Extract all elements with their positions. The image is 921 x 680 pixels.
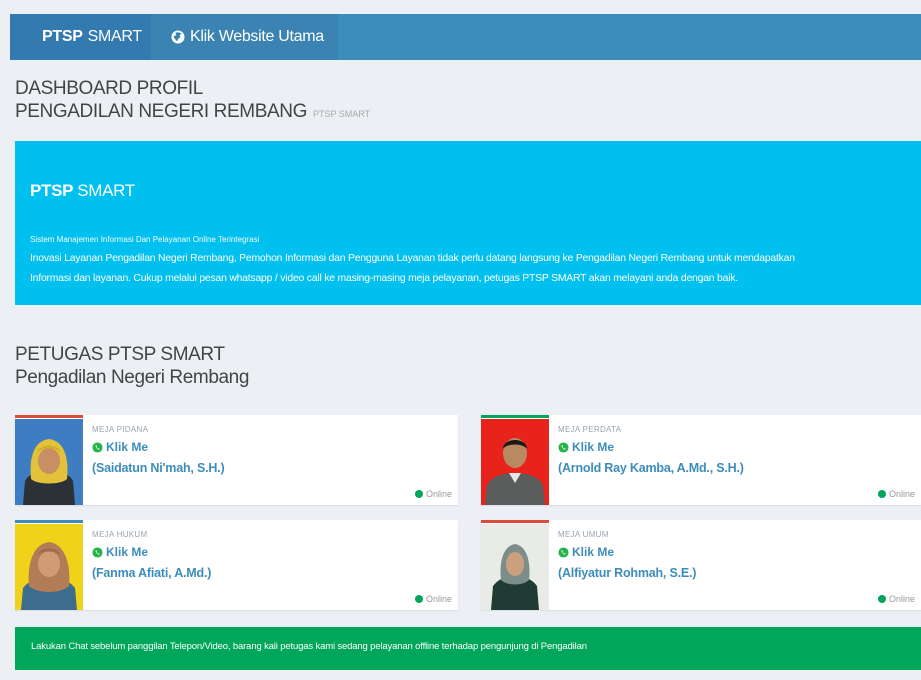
staff-photo — [15, 524, 83, 610]
callout-title: PTSP SMART — [30, 181, 135, 201]
whatsapp-icon — [92, 546, 103, 558]
staff-name: (Fanma Afiati, A.Md.) — [92, 566, 212, 580]
card-accent-bar — [481, 415, 549, 418]
callout-text-line2: Informasi dan layanan. Cukup melalui pes… — [30, 273, 738, 284]
status-label: Online — [425, 489, 452, 499]
card-label: MEJA UMUM — [558, 530, 609, 539]
card-label: MEJA PERDATA — [558, 425, 622, 434]
section-header: PETUGAS PTSP SMART Pengadilan Negeri Rem… — [15, 344, 249, 390]
staff-photo — [481, 419, 549, 505]
notice-banner: Lakukan Chat sebelum panggilan Telepon/V… — [15, 627, 921, 670]
klik-me-link[interactable]: Klik Me — [558, 545, 614, 559]
card-label: MEJA PIDANA — [92, 425, 149, 434]
staff-card: MEJA PIDANA Klik Me (Saidatun Ni'mah, S.… — [15, 415, 458, 505]
nav-brand-bold: PTSP — [42, 28, 83, 45]
nav-brand-rest: SMART — [87, 28, 143, 45]
whatsapp-icon — [92, 441, 103, 453]
callout-text-line1: Inovasi Layanan Pengadilan Negeri Remban… — [30, 253, 795, 264]
status-dot — [414, 595, 423, 603]
card-accent-bar — [15, 415, 83, 418]
staff-card: MEJA HUKUM Klik Me (Fanma Afiati, A.Md.)… — [15, 520, 458, 610]
klik-me-label: Klik Me — [572, 440, 615, 454]
card-label: MEJA HUKUM — [92, 530, 148, 539]
status-label: Online — [425, 594, 452, 604]
klik-me-link[interactable]: Klik Me — [92, 545, 148, 559]
klik-me-label: Klik Me — [572, 545, 615, 559]
staff-card: MEJA PERDATA Klik Me (Arnold Ray Kamba, … — [481, 415, 921, 505]
card-accent-bar — [481, 520, 549, 523]
status-label: Online — [888, 489, 915, 499]
card-accent-bar — [15, 520, 83, 523]
whatsapp-icon — [558, 546, 569, 558]
klik-me-label: Klik Me — [106, 440, 149, 454]
page-title-small: PTSP SMART — [312, 109, 371, 119]
top-navbar: PTSP SMART Klik Website Utama — [10, 14, 921, 60]
status-dot — [877, 595, 886, 603]
globe-icon — [171, 30, 185, 44]
page-title-line1: DASHBOARD PROFIL — [15, 78, 203, 99]
nav-website-link[interactable]: Klik Website Utama — [151, 14, 338, 60]
klik-me-link[interactable]: Klik Me — [558, 440, 614, 454]
staff-photo — [481, 524, 549, 610]
klik-me-link[interactable]: Klik Me — [92, 440, 148, 454]
staff-name: (Arnold Ray Kamba, A.Md., S.H.) — [558, 461, 744, 475]
section-title-line1: PETUGAS PTSP SMART — [15, 344, 225, 365]
callout-title-rest: SMART — [77, 181, 135, 200]
callout-title-bold: PTSP — [30, 181, 74, 200]
klik-me-label: Klik Me — [106, 545, 149, 559]
status-label: Online — [888, 594, 915, 604]
online-status: Online — [414, 489, 452, 499]
online-status: Online — [414, 594, 452, 604]
callout-subtitle: Sistem Manajemen Informasi Dan Pelayanan… — [30, 235, 260, 244]
nav-website-label: Klik Website Utama — [190, 28, 324, 45]
page-title-main: PENGADILAN NEGERI REMBANG — [15, 101, 307, 122]
nav-brand-link[interactable]: PTSP SMART — [10, 14, 151, 60]
status-dot — [414, 490, 423, 498]
online-status: Online — [877, 594, 915, 604]
section-title-line2: Pengadilan Negeri Rembang — [15, 367, 249, 388]
whatsapp-icon — [558, 441, 569, 453]
online-status: Online — [877, 489, 915, 499]
page-title-line2: PENGADILAN NEGERI REMBANG PTSP SMART — [15, 100, 370, 126]
page-header: DASHBOARD PROFIL PENGADILAN NEGERI REMBA… — [15, 78, 370, 126]
status-dot — [877, 490, 886, 498]
staff-photo — [15, 419, 83, 505]
info-callout: PTSP SMART Sistem Manajemen Informasi Dan… — [15, 141, 921, 305]
staff-name: (Saidatun Ni'mah, S.H.) — [92, 461, 225, 475]
callout-text: Inovasi Layanan Pengadilan Negeri Remban… — [30, 249, 910, 289]
staff-name: (Alfiyatur Rohmah, S.E.) — [558, 566, 697, 580]
staff-card: MEJA UMUM Klik Me (Alfiyatur Rohmah, S.E… — [481, 520, 921, 610]
